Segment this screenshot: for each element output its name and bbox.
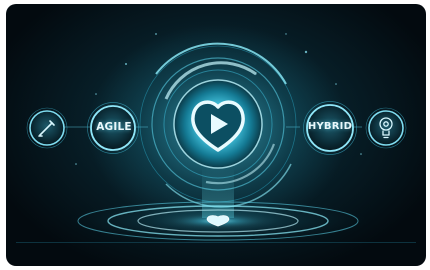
agile-label: AGILE: [96, 121, 132, 133]
scene-graphics: [16, 24, 416, 243]
hero-scene: AGILE HYBRID: [6, 4, 426, 266]
hybrid-label: HYBRID: [307, 121, 353, 132]
pen-badge[interactable]: [26, 107, 68, 149]
idea-badge[interactable]: [365, 107, 407, 149]
floor-platform: [68, 199, 368, 243]
